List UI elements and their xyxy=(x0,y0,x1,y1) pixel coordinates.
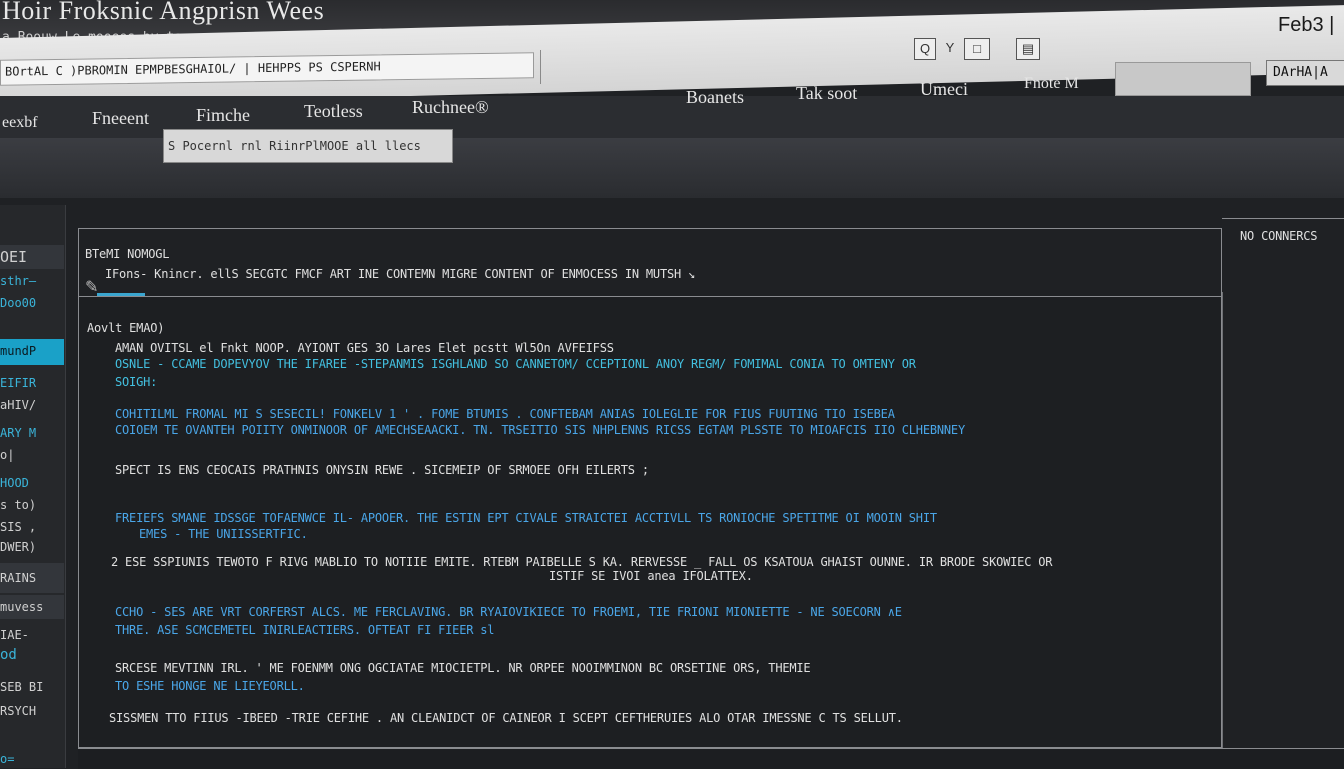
sidebar-item-14[interactable]: muvess xyxy=(0,595,64,619)
main-line-3: SOIGH: xyxy=(115,375,158,389)
sidebar-item-3[interactable]: Doo00 xyxy=(0,291,64,315)
top-panel: BTeMI NOMOGL ✎ IFons- Knincr. ellS SECGT… xyxy=(78,228,1222,298)
pencil-icon: ✎ xyxy=(85,279,99,296)
brand-logo: Feb3 | xyxy=(1278,14,1335,36)
top-panel-line: IFons- Knincr. ellS SECGTC FMCF ART INE … xyxy=(105,267,696,281)
toolbar-separator xyxy=(540,50,541,84)
main-line-9: 2 ESE SSPIUNIS TEWOTO F RIVG MABLIO TO N… xyxy=(111,555,1053,569)
main-line-15: SISSMEN TTO FIIUS -IBEED -TRIE CEFIHE . … xyxy=(109,711,903,725)
nav-item-7[interactable]: Tak soot xyxy=(796,83,857,104)
main-line-6: SPECT IS ENS CEOCAIS PRATHNIS ONYSIN REW… xyxy=(115,463,649,477)
sidebar-item-18[interactable]: RSYCH xyxy=(0,699,64,723)
sidebar-item-12[interactable]: DWER) xyxy=(0,535,64,559)
main-line-4: COHITILML FROMAL MI S SESECIL! FONKELV 1… xyxy=(115,407,895,421)
main-line-10: ISTIF SE IVOI anea IFOLATTEX. xyxy=(549,569,753,583)
sidebar-item-19[interactable]: o= xyxy=(0,751,64,767)
right-panel-label: NO CONNERCS xyxy=(1240,229,1318,243)
nav-search-input[interactable] xyxy=(1115,62,1251,96)
right-column xyxy=(1222,292,1344,748)
tooltip: S Pocernl rnl RiinrPlMOOE all llecs xyxy=(163,129,453,163)
sidebar-item-9[interactable]: HOOD xyxy=(0,471,64,495)
nav-right-button[interactable]: DArHA|A xyxy=(1266,60,1344,86)
main-line-13: SRCESE MEVTINN IRL. ' ME FOENMM ONG OGCI… xyxy=(115,661,811,675)
main-line-14: TO ESHE HONGE NE LIEYEORLL. xyxy=(115,679,305,693)
sidebar-item-13[interactable]: RAINS xyxy=(0,563,64,593)
nav-item-3[interactable]: Fimche xyxy=(196,105,250,126)
app-title: Hoir Froksnic Angprisn Wees xyxy=(2,0,325,25)
sidebar-item-active[interactable]: mundP xyxy=(0,339,64,365)
window-icon[interactable]: □ xyxy=(964,38,990,60)
top-panel-heading: BTeMI NOMOGL xyxy=(85,247,170,261)
sidebar-item-1[interactable]: OEI xyxy=(0,245,64,269)
sidebar-item-10[interactable]: s to) xyxy=(0,493,64,517)
nav-item-9[interactable]: Fnote M xyxy=(1024,75,1079,93)
main-line-5: COIOEM TE OVANTEH POIITY ONMINOOR OF AME… xyxy=(115,423,965,437)
main-panel: Aovlt EMAO) AMAN OVITSL el Fnkt NOOP. AY… xyxy=(78,296,1222,748)
search-icon[interactable]: Q xyxy=(914,38,936,60)
sidebar-item-8[interactable]: o| xyxy=(0,443,64,467)
nav-item-2[interactable]: Fneeent xyxy=(92,108,149,129)
nav-item-1[interactable]: eexbf xyxy=(2,114,38,132)
main-heading: Aovlt EMAO) xyxy=(87,321,165,335)
main-line-2: OSNLE - CCAME DOPEVYOV THE IFAREE -STEPA… xyxy=(115,357,916,371)
grid-icon[interactable]: ▤ xyxy=(1016,38,1040,60)
bottom-strip xyxy=(78,748,1344,769)
sidebar-item-7[interactable]: ARY M xyxy=(0,421,64,445)
main-line-12: THRE. ASE SCMCEMETEL INIRLEACTIERS. OFTE… xyxy=(115,623,495,637)
nav-item-8[interactable]: Umeci xyxy=(920,79,968,100)
sidebar-item-16[interactable]: od xyxy=(0,643,64,667)
nav-item-5[interactable]: Ruchnee® xyxy=(412,97,489,118)
sidebar-item-2[interactable]: sthr— xyxy=(0,269,64,293)
main-line-7: FREIEFS SMANE IDSSGE TOFAENWCE IL- APOOE… xyxy=(115,511,937,525)
nav-item-4[interactable]: Teotless xyxy=(304,101,363,122)
sidebar: OEI sthr— Doo00 mundP EIFIR aHIV/ ARY M … xyxy=(0,205,66,768)
sidebar-item-6[interactable]: aHIV/ xyxy=(0,393,64,417)
sidebar-item-17[interactable]: SEB BI xyxy=(0,675,64,699)
right-panel: NO CONNERCS xyxy=(1222,218,1344,293)
main-line-8: EMES - THE UNIISSERTFIC. xyxy=(139,527,308,541)
filter-icon[interactable]: Y xyxy=(940,38,960,58)
nav-item-6[interactable]: Boanets xyxy=(686,87,744,108)
main-line-11: CCHO - SES ARE VRT CORFERST ALCS. ME FER… xyxy=(115,605,902,619)
main-line-1: AMAN OVITSL el Fnkt NOOP. AYIONT GES 3O … xyxy=(115,341,614,355)
sidebar-item-5[interactable]: EIFIR xyxy=(0,371,64,395)
